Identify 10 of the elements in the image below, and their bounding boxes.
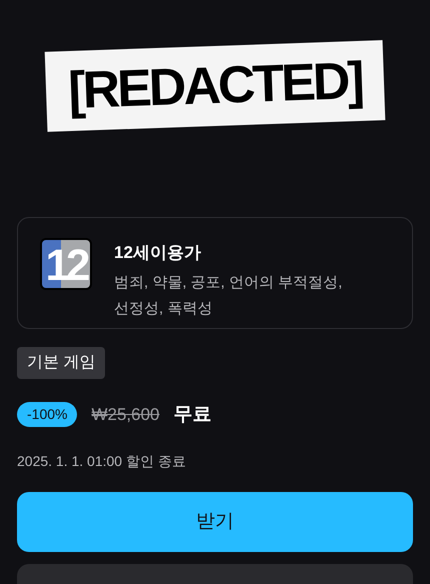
- sale-end-text: 2025. 1. 1. 01:00 할인 종료: [17, 452, 187, 471]
- edition-tag: 기본 게임: [17, 346, 106, 378]
- current-price: 무료: [174, 402, 212, 426]
- logo: [REDACTED]: [44, 40, 386, 132]
- original-price: ₩25,600: [91, 404, 160, 426]
- rating-descriptors: 범죄, 약물, 공포, 언어의 부적절성, 선정성, 폭력성: [114, 272, 344, 319]
- get-button[interactable]: 받기: [17, 492, 413, 552]
- discount-badge: -100%: [17, 402, 78, 428]
- rating-title: 12세이용가: [114, 242, 202, 264]
- secondary-button-edge[interactable]: [17, 564, 413, 584]
